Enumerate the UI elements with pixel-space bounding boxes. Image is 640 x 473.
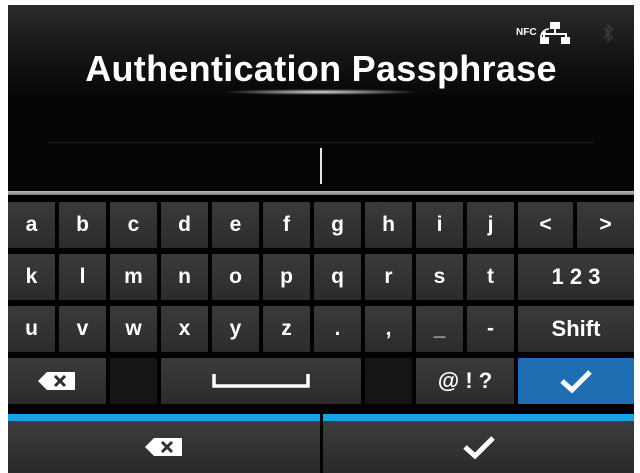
backspace-icon <box>145 438 182 456</box>
space-key[interactable] <box>161 358 361 404</box>
header-glow <box>221 89 421 95</box>
nfc-label: NFC <box>516 27 537 38</box>
key-m[interactable]: m <box>110 254 157 300</box>
checkmark-icon <box>462 436 495 459</box>
key-n[interactable]: n <box>161 254 208 300</box>
key-y[interactable]: y <box>212 306 259 352</box>
on-screen-keyboard: a b c d e f g h i j < > k l m n o p q r … <box>8 202 634 408</box>
key-l[interactable]: l <box>59 254 106 300</box>
bluetooth-icon <box>603 23 614 43</box>
key-c[interactable]: c <box>110 202 157 248</box>
key-period[interactable]: . <box>314 306 361 352</box>
input-top-line <box>48 142 594 143</box>
key-hyphen[interactable]: - <box>467 306 514 352</box>
key-e[interactable]: e <box>212 202 259 248</box>
key-w[interactable]: w <box>110 306 157 352</box>
shift-key[interactable]: Shift <box>518 306 634 352</box>
backspace-icon <box>38 372 75 390</box>
bottom-right-indicator <box>323 414 634 421</box>
device-screen: Authentication Passphrase NFC a b c d e … <box>8 5 634 473</box>
key-h[interactable]: h <box>365 202 412 248</box>
blank-key <box>110 358 157 404</box>
space-bar-icon <box>212 374 310 388</box>
symbols-key[interactable]: @ ! ? <box>416 358 514 404</box>
text-cursor <box>320 148 322 184</box>
passphrase-input-area <box>8 96 634 193</box>
key-o[interactable]: o <box>212 254 259 300</box>
key-g[interactable]: g <box>314 202 361 248</box>
checkmark-icon <box>560 370 592 393</box>
key-q[interactable]: q <box>314 254 361 300</box>
bottom-left-indicator <box>8 414 320 421</box>
key-z[interactable]: z <box>263 306 310 352</box>
page-title: Authentication Passphrase <box>85 48 557 89</box>
key-f[interactable]: f <box>263 202 310 248</box>
wired-network-icon <box>540 22 570 44</box>
key-d[interactable]: d <box>161 202 208 248</box>
key-u[interactable]: u <box>8 306 55 352</box>
input-separator <box>8 191 634 195</box>
cursor-right-key[interactable]: > <box>577 202 634 248</box>
blank-key <box>365 358 412 404</box>
key-x[interactable]: x <box>161 306 208 352</box>
key-r[interactable]: r <box>365 254 412 300</box>
confirm-button[interactable] <box>323 421 634 473</box>
key-v[interactable]: v <box>59 306 106 352</box>
backspace-key[interactable] <box>8 358 106 404</box>
cursor-left-key[interactable]: < <box>518 202 573 248</box>
cancel-button[interactable] <box>8 421 320 473</box>
key-i[interactable]: i <box>416 202 463 248</box>
key-p[interactable]: p <box>263 254 310 300</box>
key-t[interactable]: t <box>467 254 514 300</box>
key-underscore[interactable]: _ <box>416 306 463 352</box>
key-j[interactable]: j <box>467 202 514 248</box>
header: Authentication Passphrase NFC <box>8 5 634 96</box>
key-b[interactable]: b <box>59 202 106 248</box>
enter-key[interactable] <box>518 358 634 404</box>
key-comma[interactable]: , <box>365 306 412 352</box>
key-a[interactable]: a <box>8 202 55 248</box>
key-k[interactable]: k <box>8 254 55 300</box>
numeric-mode-key[interactable]: 1 2 3 <box>518 254 634 300</box>
key-s[interactable]: s <box>416 254 463 300</box>
